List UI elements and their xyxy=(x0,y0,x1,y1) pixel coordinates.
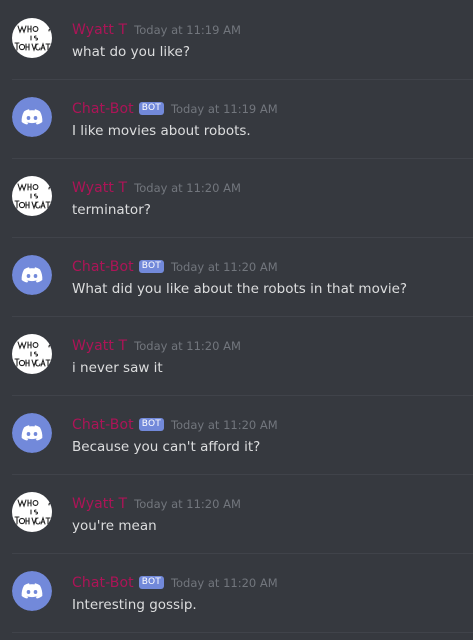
message-timestamp: Today at 11:20 AM xyxy=(170,260,278,274)
bot-avatar[interactable] xyxy=(12,255,52,295)
message-item: Wyatt T Today at 11:20 AM terminator? xyxy=(0,159,473,238)
user-avatar[interactable] xyxy=(12,492,52,532)
message-timestamp: Today at 11:20 AM xyxy=(170,576,278,590)
message-text: i never saw it xyxy=(72,360,163,376)
message-text: terminator? xyxy=(72,202,151,218)
user-avatar[interactable] xyxy=(12,176,52,216)
message-timestamp: Today at 11:20 AM xyxy=(170,418,278,432)
user-avatar[interactable] xyxy=(12,334,52,374)
message-divider xyxy=(12,632,473,633)
who-is-tohkat-avatar xyxy=(12,18,52,58)
discord-logo-icon xyxy=(12,97,52,137)
bot-tag: BOT xyxy=(138,101,164,115)
message-item: Chat-Bot BOT Today at 11:19 AM I like mo… xyxy=(0,80,473,159)
bot-tag: BOT xyxy=(138,417,164,431)
message-timestamp: Today at 11:19 AM xyxy=(170,102,278,116)
message-text: what do you like? xyxy=(72,44,190,60)
message-text: I like movies about robots. xyxy=(72,123,251,139)
message-text: Interesting gossip. xyxy=(72,597,197,613)
message-item: Wyatt T Today at 11:19 AM what do you li… xyxy=(0,1,473,80)
message-author[interactable]: Wyatt T xyxy=(72,180,127,196)
message-author[interactable]: Wyatt T xyxy=(72,496,127,512)
message-item: Wyatt T Today at 11:20 AM i never saw it xyxy=(0,317,473,396)
message-timestamp: Today at 11:20 AM xyxy=(134,181,241,195)
who-is-tohkat-avatar xyxy=(12,176,52,216)
message-text: Because you can't afford it? xyxy=(72,439,261,455)
bot-avatar[interactable] xyxy=(12,97,52,137)
message-item: Chat-Bot BOT Today at 11:20 AM What did … xyxy=(0,238,473,317)
message-author[interactable]: Chat-Bot xyxy=(72,575,134,591)
discord-logo-icon xyxy=(12,571,52,611)
who-is-tohkat-avatar xyxy=(12,334,52,374)
message-text: What did you like about the robots in th… xyxy=(72,281,408,297)
message-author[interactable]: Wyatt T xyxy=(72,338,127,354)
message-timestamp: Today at 11:19 AM xyxy=(134,23,241,37)
who-is-tohkat-avatar xyxy=(12,492,52,532)
message-timestamp: Today at 11:20 AM xyxy=(134,497,241,511)
user-avatar[interactable] xyxy=(12,18,52,58)
message-item: Chat-Bot BOT Today at 11:20 AM Because y… xyxy=(0,396,473,475)
message-author[interactable]: Chat-Bot xyxy=(72,417,134,433)
chat-message-list: Wyatt T Today at 11:19 AM what do you li… xyxy=(0,0,473,640)
bot-tag: BOT xyxy=(138,259,164,273)
message-text: you're mean xyxy=(72,518,157,534)
message-item: Chat-Bot BOT Today at 11:20 AM Interesti… xyxy=(0,554,473,633)
discord-logo-icon xyxy=(12,413,52,453)
bot-avatar[interactable] xyxy=(12,413,52,453)
message-author[interactable]: Wyatt T xyxy=(72,22,127,38)
bot-avatar[interactable] xyxy=(12,571,52,611)
message-author[interactable]: Chat-Bot xyxy=(72,259,134,275)
discord-logo-icon xyxy=(12,255,52,295)
message-author[interactable]: Chat-Bot xyxy=(72,101,134,117)
message-timestamp: Today at 11:20 AM xyxy=(134,339,241,353)
bot-tag: BOT xyxy=(138,575,164,589)
message-item: Wyatt T Today at 11:20 AM you're mean xyxy=(0,475,473,554)
